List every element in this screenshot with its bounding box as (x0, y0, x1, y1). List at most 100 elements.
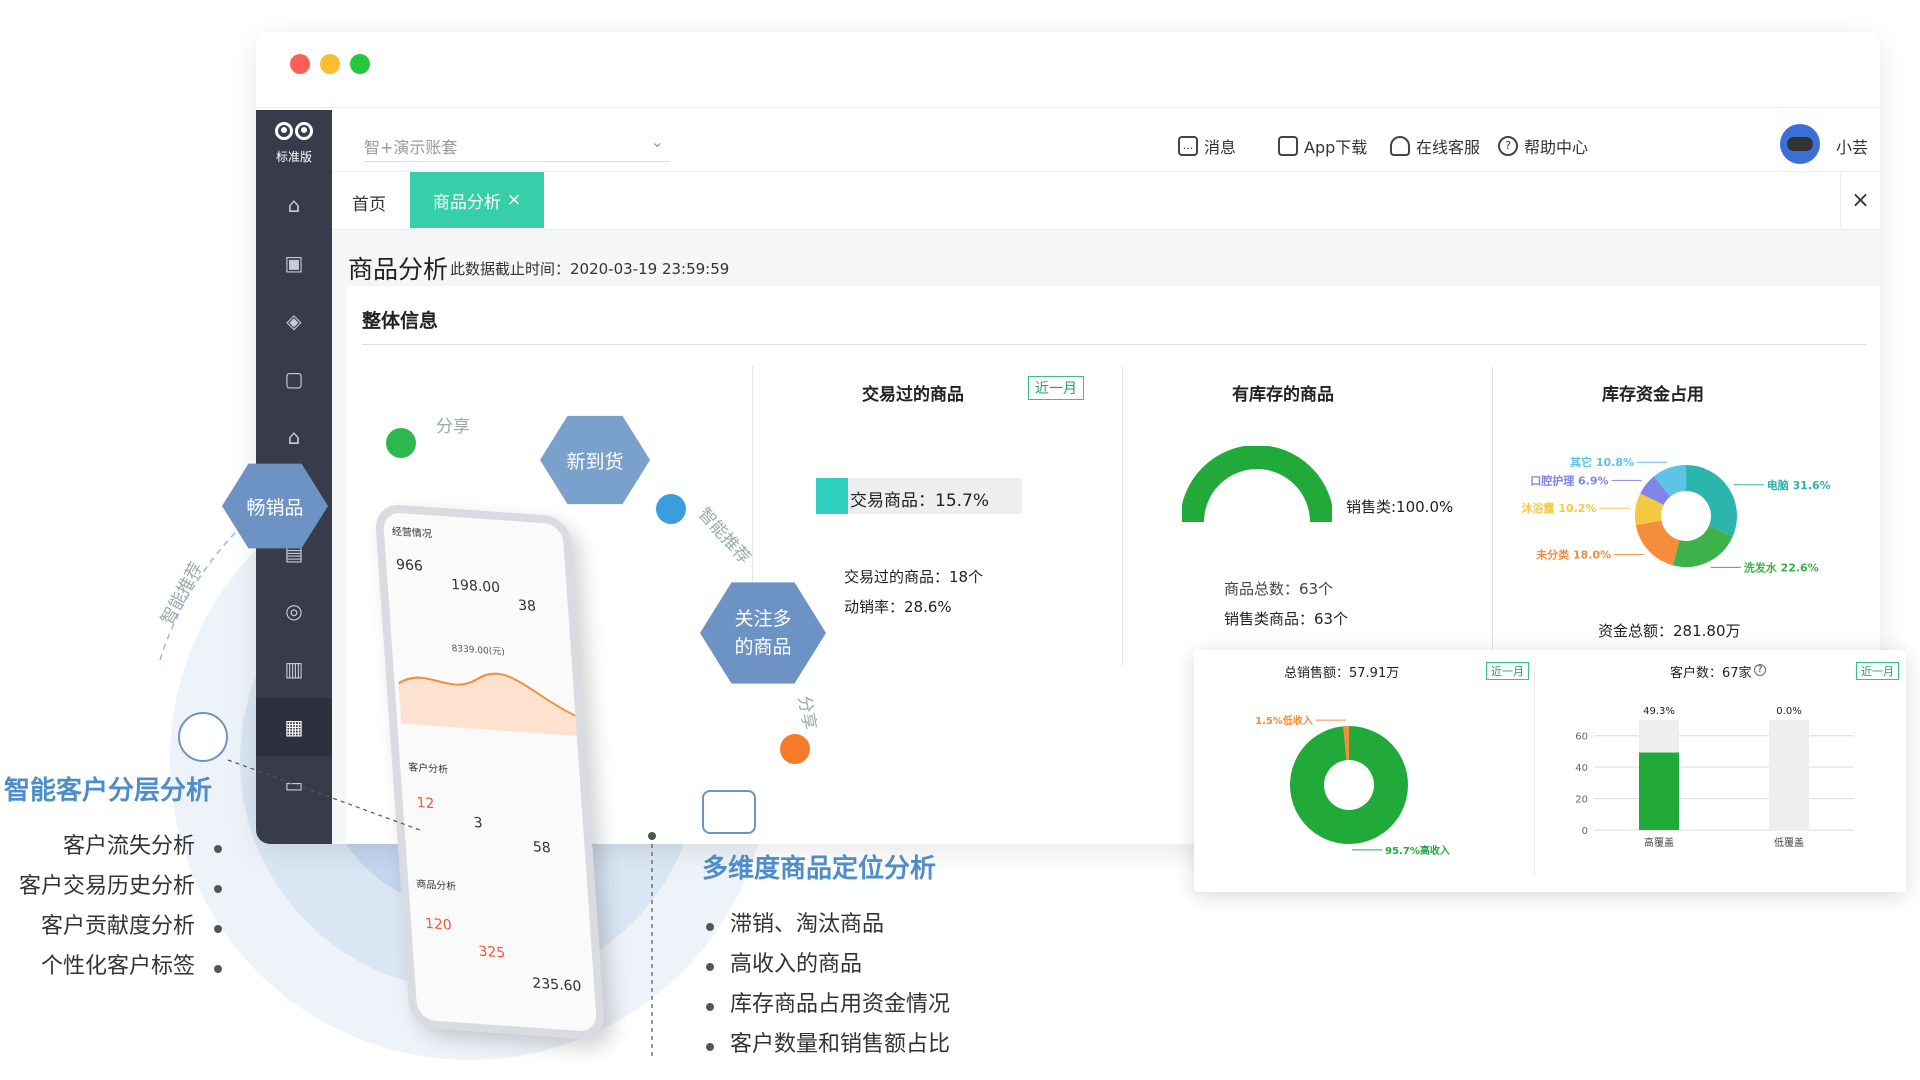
left-feature-title: 智能客户分层分析 (4, 776, 213, 806)
phone-mockup: 经营情况 966 198.00 38 8339.00(元) 客户分析 12 3 … (374, 503, 606, 1041)
phone-stat-3: 38 (517, 597, 537, 615)
phone-section-products: 商品分析 (416, 879, 457, 893)
sidebar-clipboard-icon[interactable]: ▦ (256, 698, 332, 756)
sidebar-money-icon[interactable]: ◈ (256, 292, 332, 350)
phone-customer-1: 12 (416, 794, 436, 813)
bar (1639, 752, 1679, 830)
sidebar-gift-icon[interactable]: ▣ (256, 234, 332, 292)
y-tick-label: 20 (1575, 795, 1588, 806)
donut-slice-label: 洗发水 22.6% (1744, 560, 1819, 574)
capital-title: 库存资金占用 (1602, 385, 1704, 405)
y-tick-label: 0 (1582, 826, 1588, 837)
right-feature-item: 滞销、淘汰商品 (706, 906, 950, 946)
arc-share-label-1: 分享 (436, 417, 470, 437)
donut-slice-label: 1.5%低收入 (1255, 714, 1313, 727)
traded-count: 交易过的商品：18个 (844, 568, 984, 586)
maximize-window-dot[interactable] (350, 54, 370, 74)
minimize-window-dot[interactable] (320, 54, 340, 74)
stocked-gauge-label: 销售类:100.0% (1346, 498, 1454, 516)
capital-total: 资金总额：281.80万 (1598, 622, 1741, 640)
headset-icon (1390, 136, 1410, 156)
overall-title: 整体信息 (362, 310, 439, 332)
tab-close-icon[interactable]: × (507, 190, 521, 210)
user-avatar[interactable] (1780, 124, 1820, 164)
sidebar-coins-icon[interactable]: ◎ (256, 582, 332, 640)
account-select[interactable]: 智+演示账套 ⌄ (364, 128, 670, 162)
customer-period-badge[interactable]: 近一月 (1856, 662, 1899, 680)
right-feature-title: 多维度商品定位分析 (702, 854, 937, 884)
data-cutoff: 此数据截止时间：2020-03-19 23:59:59 (450, 260, 730, 278)
traded-ratio-fill (816, 478, 849, 514)
donut-slice-label: 沐浴露 10.2% (1522, 501, 1597, 515)
phone-icon (1278, 136, 1298, 156)
donut-slice (1654, 465, 1687, 497)
messages-label: 消息 (1204, 138, 1237, 157)
page-title: 商品分析 (348, 255, 449, 284)
customer-person-icon (178, 712, 228, 762)
left-feature-item: 个性化客户标签 (0, 948, 222, 988)
donut-slice (1685, 465, 1737, 537)
donut-slice (1635, 493, 1664, 526)
stocked-sales: 销售类商品：63个 (1224, 610, 1349, 628)
sidebar-warehouse-icon[interactable]: ⌂ (256, 408, 332, 466)
donut-slice-label: 未分类 18.0% (1535, 548, 1611, 562)
help-icon: ? (1498, 136, 1518, 156)
app-download-link[interactable]: App下载 (1278, 134, 1367, 158)
traded-period-badge[interactable]: 近一月 (1028, 376, 1084, 400)
tab-product-analysis-label: 商品分析 (432, 192, 501, 213)
tab-home[interactable]: 首页 (352, 190, 386, 215)
account-select-value: 智+演示账套 (364, 138, 458, 157)
share-icon (780, 734, 810, 764)
right-feature-item: 库存商品占用资金情况 (706, 986, 950, 1026)
donut-slice-label: 95.7%高收入 (1385, 844, 1450, 857)
info-icon[interactable]: ? (1754, 664, 1766, 676)
x-category-label: 高覆盖 (1644, 836, 1674, 849)
user-name[interactable]: 小芸 (1836, 134, 1868, 158)
sidebar-home-icon[interactable]: ⌂ (256, 176, 332, 234)
help-center-link[interactable]: ? 帮助中心 (1498, 134, 1588, 158)
sidebar-building-icon[interactable]: ▥ (256, 640, 332, 698)
chevron-down-icon: ⌄ (650, 132, 664, 151)
phone-trend-chart (397, 672, 577, 737)
top-bar: 智+演示账套 ⌄ … 消息 App下载 在线客服 ? 帮助中心 小芸 (332, 110, 1880, 172)
customer-count-title: 客户数：67家 (1670, 666, 1752, 681)
help-center-label: 帮助中心 (1524, 138, 1589, 157)
sales-period-badge[interactable]: 近一月 (1486, 662, 1529, 680)
sidebar-id-card-icon[interactable]: ▭ (256, 756, 332, 814)
phone-customer-2: 3 (473, 814, 484, 832)
marketing-stage: 标准版 ⌂ ▣ ◈ ▢ ⌂ ▤ ▤ ◎ ▥ ▦ ▭ 智+演示账套 ⌄ … 消息 (0, 0, 1920, 1080)
close-all-tabs-icon[interactable]: × (1840, 172, 1880, 228)
wechat-icon (386, 428, 416, 458)
shopping-bag-icon (702, 790, 756, 834)
stocked-total: 商品总数：63个 (1224, 580, 1334, 598)
logo-edition-label: 标准版 (275, 149, 312, 164)
phone-section-customers: 客户分析 (407, 762, 449, 777)
donut-slice-label: 其它 10.8% (1570, 455, 1634, 469)
donut-slice (1672, 525, 1733, 567)
stocked-gauge (1182, 446, 1332, 523)
capital-donut-chart: 电脑 31.6% 洗发水 22.6% 未分类 18.0% 沐浴露 10.2% 口腔护理 … (1522, 455, 1831, 574)
close-window-dot[interactable] (290, 54, 310, 74)
left-feature-item: 客户贡献度分析 (0, 908, 222, 948)
bar-track (1769, 720, 1809, 830)
right-feature-list: 滞销、淘汰商品 高收入的商品 库存商品占用资金情况 客户数量和销售额占比 (706, 906, 950, 1066)
donut-slice (1640, 476, 1671, 506)
tab-bar: 首页 商品分析 × × (332, 172, 1880, 230)
donut-slice-label: 口腔护理 6.9% (1530, 473, 1608, 487)
y-tick-label: 40 (1575, 763, 1588, 774)
phone-stat-1: 966 (395, 556, 424, 575)
donut-slice-label: 电脑 31.6% (1767, 478, 1831, 492)
online-service-link[interactable]: 在线客服 (1390, 134, 1480, 158)
phone-product-1: 120 (424, 915, 453, 934)
traded-ratio-bar: 交易商品：15.7% (816, 478, 1022, 514)
traded-goods-title: 交易过的商品 (862, 385, 964, 405)
sidebar-bag-icon[interactable]: ▢ (256, 350, 332, 408)
stocked-goods-title: 有库存的商品 (1232, 385, 1334, 405)
app-logo[interactable]: 标准版 (256, 110, 332, 174)
tab-product-analysis[interactable]: 商品分析 × (410, 172, 544, 228)
total-sales-title: 总销售额：57.91万 (1284, 666, 1400, 681)
left-feature-item: 客户流失分析 (0, 828, 222, 868)
traded-ratio-label: 交易商品：15.7% (850, 491, 990, 511)
phone-product-3: 235.60 (531, 975, 582, 996)
messages-link[interactable]: … 消息 (1178, 134, 1236, 158)
